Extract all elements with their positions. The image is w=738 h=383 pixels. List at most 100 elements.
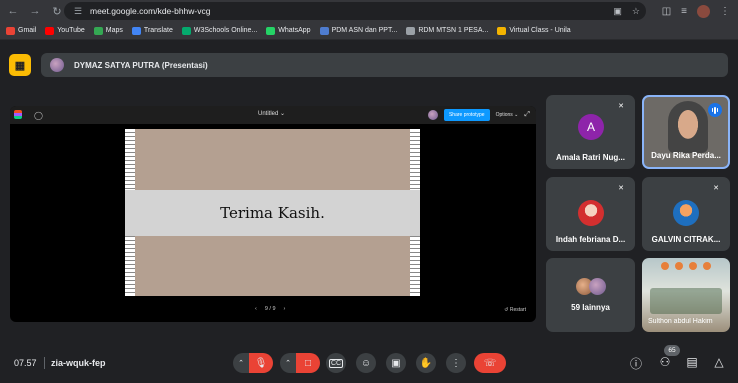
bookmark-item[interactable]: WhatsApp bbox=[266, 26, 311, 35]
meeting-info-icon[interactable]: ⓘ bbox=[628, 355, 644, 372]
participant-video bbox=[668, 101, 708, 153]
bookmark-label: PDM ASN dan PPT... bbox=[331, 27, 398, 34]
captions-icon: CC bbox=[328, 358, 344, 368]
bookmark-item[interactable]: PDM ASN dan PPT... bbox=[319, 26, 398, 35]
participant-tile-dayu[interactable]: Dayu Rika Perda... bbox=[642, 95, 730, 169]
mic-off-icon: ✕ bbox=[713, 185, 719, 192]
people-icon[interactable]: ⚇ bbox=[657, 355, 673, 369]
more-options-button[interactable]: ⋮ bbox=[446, 353, 466, 373]
presenter-banner[interactable]: DYMAZ SATYA PUTRA (Presentasi) bbox=[41, 53, 728, 77]
bookmark-item[interactable]: Maps bbox=[93, 26, 123, 35]
mic-off-button[interactable]: 🎙 bbox=[249, 353, 273, 373]
meet-window: ← → ↻ ☰ meet.google.com/kde-bhhw-vcg ▣ ☆… bbox=[0, 0, 738, 383]
bookmark-favicon-icon bbox=[181, 26, 191, 35]
next-slide-icon: › bbox=[283, 306, 286, 312]
presentation-slide: Terima Kasih. bbox=[125, 129, 420, 296]
extensions-icon[interactable]: ◫ bbox=[662, 6, 671, 17]
captions-button[interactable]: CC bbox=[326, 353, 346, 373]
reactions-button[interactable]: ☺ bbox=[356, 353, 376, 373]
speaking-indicator-icon bbox=[708, 103, 722, 117]
bookmark-label: RDM MTSN 1 PESA... bbox=[418, 27, 489, 34]
bookmark-label: YouTube bbox=[57, 27, 85, 34]
bookmark-favicon-icon bbox=[497, 26, 507, 35]
leave-call-button[interactable]: ☏ bbox=[474, 353, 506, 373]
bookmark-favicon-icon bbox=[406, 26, 416, 35]
bookmark-label: WhatsApp bbox=[278, 27, 311, 34]
figma-logo-icon bbox=[14, 109, 22, 121]
bookmark-item[interactable]: Translate bbox=[131, 26, 173, 35]
site-info-icon[interactable]: ☰ bbox=[70, 6, 86, 17]
activities-icon[interactable]: △ bbox=[711, 355, 727, 369]
bookmark-favicon-icon bbox=[131, 26, 141, 35]
avatar bbox=[578, 200, 604, 226]
participant-name: Dayu Rika Perda... bbox=[651, 151, 721, 160]
bookmark-favicon-icon bbox=[266, 26, 276, 35]
slide-navigation: ‹ 9 / 9 › bbox=[255, 306, 285, 312]
participant-tile-amala[interactable]: ✕ A Amala Ratri Nug... bbox=[546, 95, 635, 169]
meeting-code: zia-wquk-fep bbox=[51, 358, 106, 368]
meeting-clock: 07.57 bbox=[14, 358, 37, 368]
bookmark-label: Maps bbox=[105, 27, 123, 34]
slide-title-band: Terima Kasih. bbox=[125, 190, 420, 236]
profile-avatar[interactable] bbox=[697, 4, 710, 18]
participant-name: Sulthon abdul Hakim bbox=[648, 318, 713, 325]
more-participants-tile[interactable]: 59 lainnya bbox=[546, 258, 635, 332]
presentation-icon[interactable]: ▦ bbox=[9, 54, 31, 76]
bookmark-label: Virtual Class - Unila bbox=[509, 27, 571, 34]
bookmark-star-icon[interactable]: ☆ bbox=[632, 6, 640, 17]
present-now-button[interactable]: ▣ bbox=[386, 353, 406, 373]
figma-toolbar: ◯ Untitled ⌄ Share prototype Options ⌄ ⤢ bbox=[10, 106, 536, 124]
video-options-chevron-icon[interactable]: ⌃ bbox=[280, 353, 296, 373]
restart-button: ↺ Restart bbox=[504, 307, 526, 313]
camera-off-button[interactable]: □ bbox=[296, 353, 320, 373]
forward-icon[interactable]: → bbox=[26, 2, 44, 20]
document-title: Untitled ⌄ bbox=[258, 111, 286, 117]
back-icon[interactable]: ← bbox=[4, 2, 22, 20]
mic-off-icon: ✕ bbox=[618, 185, 624, 192]
raise-hand-button[interactable]: ✋ bbox=[416, 353, 436, 373]
bookmark-favicon-icon bbox=[93, 26, 103, 35]
bookmark-favicon-icon bbox=[45, 26, 55, 35]
participant-name: GALVIN CITRAK... bbox=[651, 235, 721, 244]
avatar bbox=[589, 278, 606, 295]
presenter-name: DYMAZ SATYA PUTRA (Presentasi) bbox=[74, 60, 208, 70]
participant-name: Amala Ratri Nug... bbox=[556, 153, 625, 162]
avatar: A bbox=[578, 114, 604, 140]
menu-icon[interactable]: ⋮ bbox=[720, 6, 730, 17]
browser-toolbar: ← → ↻ ☰ meet.google.com/kde-bhhw-vcg ▣ ☆… bbox=[0, 0, 738, 22]
camera-indicator-icon[interactable]: ▣ bbox=[613, 6, 622, 17]
bookmarks-bar: Gmail YouTube Maps Translate W3Schools Onlin… bbox=[0, 22, 738, 40]
address-bar[interactable]: ☰ meet.google.com/kde-bhhw-vcg ▣ ☆ bbox=[64, 2, 646, 20]
bookmark-label: Gmail bbox=[18, 27, 37, 34]
footer-divider bbox=[44, 357, 45, 369]
bookmark-favicon-icon bbox=[6, 26, 15, 35]
expand-icon: ⤢ bbox=[524, 111, 530, 118]
avatar bbox=[673, 200, 699, 226]
video-background-lamps bbox=[648, 262, 724, 272]
slide-title: Terima Kasih. bbox=[220, 204, 325, 222]
audio-options-chevron-icon[interactable]: ⌃ bbox=[233, 353, 249, 373]
bookmark-item[interactable]: Virtual Class - Unila bbox=[497, 26, 571, 35]
video-background-plants bbox=[650, 288, 722, 314]
figma-user-avatar bbox=[427, 110, 438, 120]
shared-screen: ◯ Untitled ⌄ Share prototype Options ⌄ ⤢… bbox=[10, 106, 536, 322]
side-panel-icon[interactable]: ≡ bbox=[681, 6, 687, 17]
share-prototype-button: Share prototype bbox=[443, 109, 490, 121]
mic-off-icon: ✕ bbox=[618, 103, 624, 110]
bookmark-label: Translate bbox=[143, 27, 173, 34]
prev-slide-icon: ‹ bbox=[255, 306, 257, 312]
participant-tile-sulthon[interactable]: Sulthon abdul Hakim bbox=[642, 258, 730, 332]
bookmark-item[interactable]: W3Schools Online... bbox=[181, 26, 258, 35]
bookmark-label: W3Schools Online... bbox=[193, 27, 258, 34]
bookmark-item[interactable]: RDM MTSN 1 PESA... bbox=[406, 26, 489, 35]
participant-tile-galvin[interactable]: ✕ GALVIN CITRAK... bbox=[642, 177, 730, 251]
participant-name: Indah febriana D... bbox=[555, 235, 626, 244]
bookmark-favicon-icon bbox=[319, 26, 329, 35]
bookmark-item[interactable]: Gmail bbox=[6, 26, 37, 35]
participant-tile-indah[interactable]: ✕ Indah febriana D... bbox=[546, 177, 635, 251]
bookmark-item[interactable]: YouTube bbox=[45, 26, 85, 35]
presenter-avatar bbox=[50, 58, 64, 72]
chat-icon[interactable]: ▤ bbox=[684, 355, 700, 369]
page-indicator: 9 / 9 bbox=[264, 306, 276, 312]
options-menu: Options ⌄ bbox=[495, 112, 519, 118]
